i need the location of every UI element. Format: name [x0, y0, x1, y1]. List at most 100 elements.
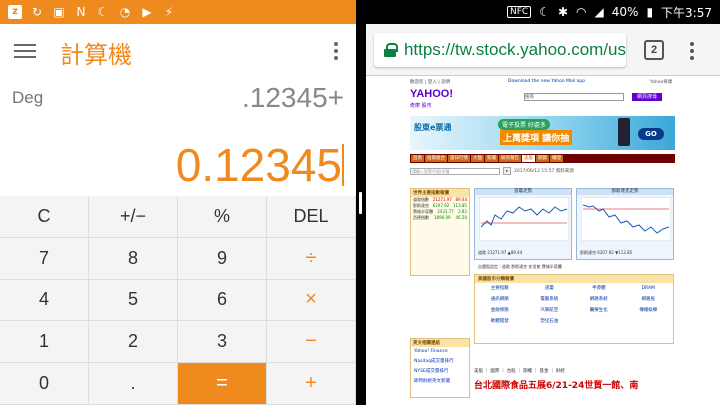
keypad: C +/−% DEL 7 8 9 ÷ 4 5 6 × 1 2 3− 0. = +	[0, 196, 356, 405]
key-subtract[interactable]: −	[267, 321, 356, 364]
site-search-button[interactable]: 網頁搜尋	[632, 93, 662, 101]
key-nine[interactable]: 9	[178, 237, 267, 280]
yahoo-logo[interactable]: YAHOO!	[410, 88, 453, 100]
site-search-input[interactable]: 搜尋	[524, 93, 624, 101]
nav-tab[interactable]: 大盤	[471, 155, 484, 162]
key-five[interactable]: 5	[89, 279, 178, 322]
english-links-panel: 英文相關連結 Yahoo! Finance Nasdaq成交量排行 NYSE成交量排…	[410, 338, 470, 398]
logo-text: YAHOO!	[410, 88, 453, 100]
nasdaq-chart-caption: 那斯達克 6207.92 ▼113.85	[580, 250, 633, 255]
topbar-links[interactable]: 歡迎您 | 登入 | 說明	[410, 79, 450, 85]
key-add[interactable]: +	[267, 363, 356, 405]
chrome-menu-icon[interactable]	[688, 40, 696, 62]
key-negate[interactable]: +/−	[89, 196, 178, 238]
stock-search-input[interactable]: 請輸入股票代號/名稱	[410, 167, 500, 175]
nav-tab[interactable]: 當日行情	[448, 155, 470, 162]
address-bar[interactable]: https://tw.stock.yahoo.com/us	[374, 33, 626, 67]
signal-icon: ◢	[594, 5, 604, 19]
key-divide[interactable]: ÷	[267, 237, 356, 280]
sector-link[interactable]: 醫療生化	[574, 305, 624, 316]
index-value: 1896.09	[434, 215, 451, 220]
key-multiply[interactable]: ×	[267, 279, 356, 322]
nasdaq-chart[interactable]: 那斯達克走勢 那斯達克 6207.92 ▼113.85	[576, 188, 674, 260]
sector-link[interactable]: 半導體	[574, 283, 624, 294]
sector-link[interactable]: 汽車航空	[525, 305, 575, 316]
world-index-rows: 道瓊指數 21271.97 89.44 那斯達克 6207.92 113.85 費城半導體 2…	[411, 197, 469, 221]
key-decimal[interactable]: .	[89, 363, 178, 405]
menu-icon[interactable]	[14, 40, 36, 62]
nav-tab[interactable]: 首頁	[411, 155, 424, 162]
sector-link[interactable]	[624, 316, 674, 327]
nav-tab[interactable]: 美股	[522, 155, 535, 162]
sector-link[interactable]: 軟體開發	[475, 316, 525, 327]
tab-switcher-button[interactable]: 2	[644, 40, 664, 60]
sector-link[interactable]: 電腦系統	[525, 294, 575, 305]
dow-chart-caption: 道瓊 21271.97 ▲89.44	[478, 250, 523, 255]
sector-link[interactable]: 網路股	[624, 294, 674, 305]
nav-tab[interactable]: 期貨	[536, 155, 549, 162]
english-links-title: 英文相關連結	[411, 339, 469, 347]
nav-tab[interactable]: 研究報告	[499, 155, 521, 162]
battery-icon: ▮	[646, 5, 654, 19]
ad-banner[interactable]: 股東e票通 電子投票 好處多 上萬獎項 讓你抽 GO	[410, 116, 675, 150]
key-delete[interactable]: DEL	[267, 196, 356, 238]
banner-go-button[interactable]: GO	[638, 128, 664, 140]
english-link[interactable]: NYSE成交量排行	[411, 367, 469, 377]
more-options-icon[interactable]	[332, 40, 340, 62]
key-zero[interactable]: 0	[0, 363, 89, 405]
right-status-bar: NFC ☾ ✱ ◠ ◢ 40% ▮ 下午3:57	[366, 0, 720, 24]
banner-headline: 上萬獎項 讓你抽	[500, 130, 573, 145]
nasdaq-chart-title: 那斯達克走勢	[577, 189, 673, 195]
key-six[interactable]: 6	[178, 279, 267, 322]
world-index-title: 世界主要指數報價	[411, 189, 469, 197]
nav-tab[interactable]: 投資組合	[425, 155, 447, 162]
sector-link[interactable]: 傳播娛樂	[624, 305, 674, 316]
angle-mode-label[interactable]: Deg	[12, 88, 43, 108]
moon-icon: ☾	[97, 5, 109, 19]
topbar-ad[interactable]: Download the new Yahoo Mail app	[508, 79, 585, 84]
dow-chart[interactable]: 道瓊走勢 道瓊 21271.97 ▲89.44	[474, 188, 572, 260]
sector-link[interactable]: 道瓊	[525, 283, 575, 294]
split-screen-divider[interactable]	[356, 0, 366, 405]
sync-icon: ↻	[31, 5, 43, 19]
english-link[interactable]: 即時財經英文新聞	[411, 377, 469, 387]
english-link[interactable]: Yahoo! Finance	[411, 347, 469, 357]
hotspot-icon: ◔	[119, 5, 131, 19]
key-eight[interactable]: 8	[89, 237, 178, 280]
sector-link[interactable]: 金融保險	[475, 305, 525, 316]
english-links-list: Yahoo! Finance Nasdaq成交量排行 NYSE成交量排行 即時財經英文…	[411, 347, 469, 387]
stock-search-button[interactable]: ▸	[503, 167, 512, 175]
sector-link[interactable]: 網路系統	[574, 294, 624, 305]
news-section: 美股 ｜ 國際 ｜ 台股 ｜ 期權 ｜ 基金 ｜ 財經 台北國際食品五展6/21…	[474, 368, 674, 391]
key-two[interactable]: 2	[89, 321, 178, 364]
news-headline[interactable]: 台北國際食品五展6/21-24世貿一館、南	[474, 378, 638, 391]
key-one[interactable]: 1	[0, 321, 89, 364]
nav-tab[interactable]: 權證	[550, 155, 563, 162]
webpage: 歡迎您 | 登入 | 說明 Download the new Yahoo Mai…	[366, 76, 720, 405]
banner-brand: 股東e票通	[414, 123, 452, 132]
clock: 下午3:57	[661, 5, 712, 20]
key-seven[interactable]: 7	[0, 237, 89, 280]
index-row[interactable]: 西德指數 1896.09 46.20	[411, 215, 469, 221]
battery-percent: 40%	[611, 5, 639, 19]
key-three[interactable]: 3	[178, 321, 267, 364]
sector-link[interactable]: 主要指數	[475, 283, 525, 294]
url-text[interactable]: https://tw.stock.yahoo.com/us	[404, 40, 626, 60]
chart-options[interactable]: 自選股設定 : 道瓊 那斯達克 史坦普 費城半導體	[478, 264, 562, 270]
sector-link[interactable]: 塑化石油	[525, 316, 575, 327]
sector-link[interactable]: 通訊網路	[475, 294, 525, 305]
news-tabs[interactable]: 美股 ｜ 國際 ｜ 台股 ｜ 期權 ｜ 基金 ｜ 財經	[474, 368, 674, 374]
nasdaq-chart-graph	[581, 197, 671, 241]
nav-tab[interactable]: 新聞	[485, 155, 498, 162]
topbar-home-link[interactable]: Yahoo奇摩	[650, 79, 672, 85]
divider-handle[interactable]	[359, 192, 362, 214]
notification-icon: z	[8, 5, 22, 19]
world-index-panel: 世界主要指數報價 道瓊指數 21271.97 89.44 那斯達克 6207.92 113…	[410, 188, 470, 276]
sector-link[interactable]: DRAM	[624, 283, 674, 294]
key-clear[interactable]: C	[0, 196, 89, 238]
key-equals[interactable]: =	[178, 363, 267, 405]
key-four[interactable]: 4	[0, 279, 89, 322]
key-percent[interactable]: %	[178, 196, 267, 238]
english-link[interactable]: Nasdaq成交量排行	[411, 357, 469, 367]
sector-link[interactable]	[574, 316, 624, 327]
